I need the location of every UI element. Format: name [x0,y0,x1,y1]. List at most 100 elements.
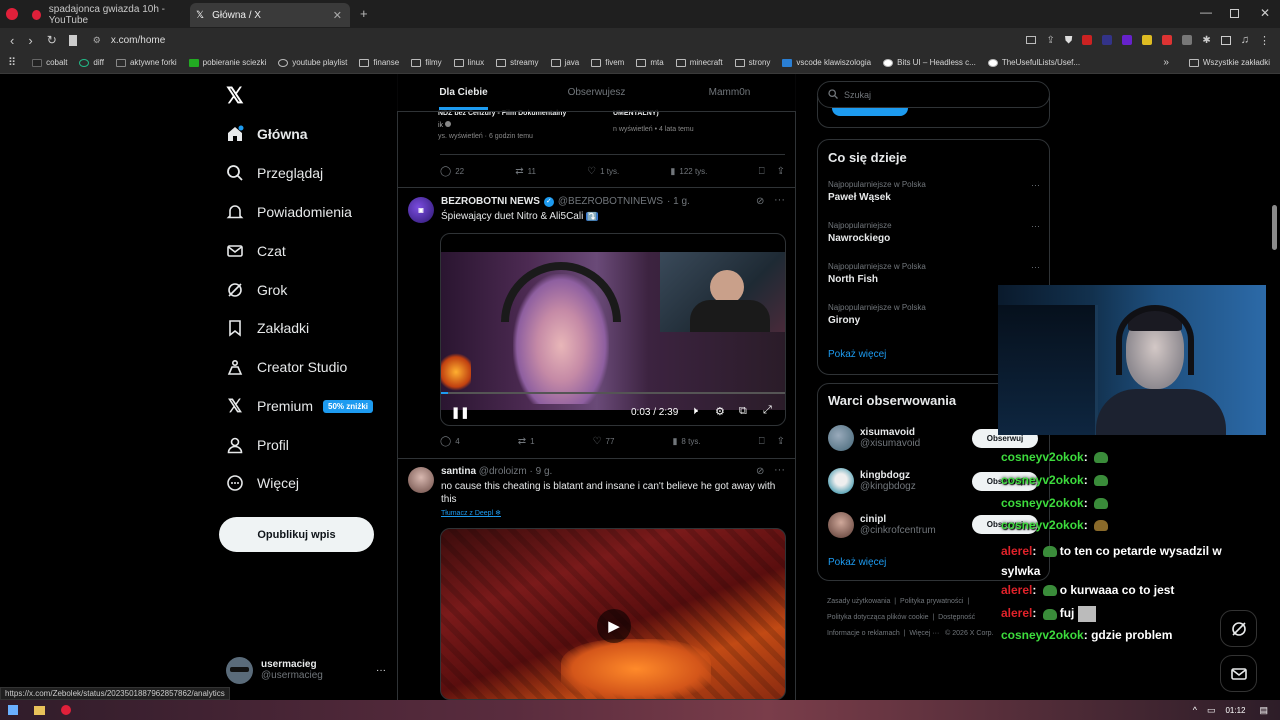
trend-item[interactable]: Najpopularniejsze w Polska North Fish ··… [828,262,1040,285]
folder-item[interactable]: strony [734,58,770,67]
start-icon[interactable] [8,705,18,715]
video-player[interactable]: ▶ [440,528,786,700]
apps-grid-icon[interactable]: ⠿ [8,56,16,69]
nav-creator-studio[interactable]: Creator Studio [225,357,347,377]
browser-taskbar-icon[interactable] [61,705,71,715]
tray-chevron-icon[interactable]: ^ [1193,705,1197,715]
bookmark-item[interactable]: youtube playlist [278,58,347,67]
bookmark-icon[interactable]: ⎕ [759,166,765,177]
footer-link[interactable]: Polityka dotycząca plików cookie [827,614,929,621]
post-more-icon[interactable]: ··· [774,464,785,476]
bookmark-item[interactable]: vscode klawiszologia [782,58,871,67]
folder-item[interactable]: streamy [496,58,539,67]
footer-link[interactable]: Dostępność [938,614,975,621]
back-icon[interactable]: ‹ [10,33,14,48]
trend-item[interactable]: Najpopularniejsze Nawrockiego ··· [828,221,1040,244]
folder-item[interactable]: minecraft [675,58,723,67]
share-icon[interactable]: ⇪ [777,436,785,447]
extension-blue-icon[interactable] [1102,35,1113,45]
messages-float-button[interactable] [1220,655,1257,692]
bookmark-item[interactable]: cobalt [32,58,67,67]
grok-float-button[interactable] [1220,610,1257,647]
footer-link[interactable]: Zasady użytkowania [827,598,890,605]
mute-icon[interactable]: 🕨 [691,405,698,418]
sidebar-icon[interactable] [1220,35,1231,45]
extension-purple-icon[interactable] [1122,35,1133,45]
bookmark-item[interactable]: aktywne forki [115,58,177,67]
pause-icon[interactable]: ❚❚ [451,406,469,419]
reload-icon[interactable]: ↻ [47,33,57,47]
explorer-icon[interactable] [34,705,45,715]
folder-item[interactable]: finanse [359,58,399,67]
video-player[interactable]: ❚❚ 0:03 / 2:39 🕨 ⚙ ⧉ ⤢ [440,233,786,426]
restore-button[interactable] [1230,9,1239,18]
nav-chat[interactable]: Czat [225,241,286,261]
site-info-icon[interactable]: ⚙ [93,35,101,46]
repost-button[interactable]: ⇄ 11 [515,166,536,177]
pip-icon[interactable]: ⧉ [739,405,747,418]
share-icon[interactable]: ⇪ [1046,35,1054,46]
views-button[interactable]: ▮ 8 tys. [672,436,700,447]
link-card-left[interactable]: NDZ bez Cenzury - Film Dokumentalny ik y… [438,110,608,140]
network-icon[interactable]: ▭ [1207,705,1216,716]
extension-red2-icon[interactable] [1162,35,1173,45]
menu-dots-icon[interactable]: ⋮ [1259,34,1270,47]
puzzle-icon[interactable]: ✱ [1202,35,1210,46]
show-more-link[interactable]: Pokaż więcej [828,557,886,568]
reply-button[interactable]: ◯ 4 [440,436,460,447]
minimize-button[interactable]: — [1200,5,1212,19]
x-logo-icon[interactable]: 𝕏 [226,83,244,109]
folder-item[interactable]: java [550,58,579,67]
grok-post-icon[interactable]: ⊘ [756,196,764,207]
reply-button[interactable]: ◯ 22 [440,166,464,177]
close-window-button[interactable]: ✕ [1260,6,1270,20]
share-icon[interactable]: ⇪ [777,166,785,177]
play-icon[interactable]: ▶ [597,609,631,643]
extension-red-icon[interactable] [1082,35,1093,45]
extension-yellow-icon[interactable] [1142,35,1153,45]
trend-more-icon[interactable]: ··· [1031,221,1040,231]
grok-post-icon[interactable]: ⊘ [756,466,764,477]
bookmark-item[interactable]: Bits UI – Headless c... [883,58,976,67]
tab-for-you[interactable]: Dla Ciebie [397,74,530,111]
nav-grok[interactable]: Grok [225,280,287,300]
fullscreen-icon[interactable]: ⤢ [763,404,772,417]
bookmark-item[interactable]: TheUsefulLists/Usef... [987,58,1080,67]
trend-more-icon[interactable]: ··· [1031,180,1040,190]
like-button[interactable]: ♡ 77 [593,436,615,447]
bookmark-item[interactable]: pobieranie sciezki [188,58,266,67]
close-tab-icon[interactable]: ✕ [333,9,342,22]
author-handle[interactable]: @droloizm [479,466,527,477]
translate-link[interactable]: Tłumacz z Deepl ❄ [441,509,501,517]
nav-premium[interactable]: 𝕏 Premium 50% zniżki [225,396,374,416]
post-more-icon[interactable]: ··· [774,194,785,206]
scrollbar[interactable] [1272,205,1277,250]
folder-item[interactable]: fivem [591,58,624,67]
video-progress-track[interactable] [441,392,785,394]
show-more-link[interactable]: Pokaż więcej [828,349,886,360]
tab-following[interactable]: Obserwujesz [530,74,663,111]
author-name[interactable]: BEZROBOTNI NEWS [441,196,540,207]
settings-icon[interactable]: ⚙ [715,405,725,418]
new-tab-button[interactable]: + [360,6,368,21]
bookmark-item[interactable]: diff [79,58,104,67]
tab-youtube[interactable]: spadajonca gwiazda 10h - YouTube [26,3,188,27]
forward-icon[interactable]: › [28,33,32,48]
extension-grey-icon[interactable] [1182,35,1193,45]
bookmark-icon[interactable] [68,34,77,46]
trend-item[interactable]: Najpopularniejsze w Polska Paweł Wąsek ·… [828,180,1040,203]
trend-more-icon[interactable]: ··· [1031,262,1040,272]
nav-notifications[interactable]: Powiadomienia [225,202,352,222]
repost-button[interactable]: ⇄ 1 [518,436,535,447]
all-bookmarks[interactable]: Wszystkie zakładki [1188,58,1270,67]
like-button[interactable]: ♡ 1 tys. [587,166,619,177]
nav-bookmarks[interactable]: Zakładki [225,318,309,338]
browser-menu-icon[interactable] [6,8,18,20]
screen-icon[interactable] [1026,36,1037,44]
author-name[interactable]: santina [441,466,476,477]
folder-item[interactable]: mta [636,58,664,67]
tab-x-home[interactable]: 𝕏 Główna / X ✕ [190,3,350,27]
music-icon[interactable]: ♫ [1241,34,1249,46]
more-icon[interactable]: ··· [376,665,386,676]
nav-more[interactable]: Więcej [225,473,299,493]
